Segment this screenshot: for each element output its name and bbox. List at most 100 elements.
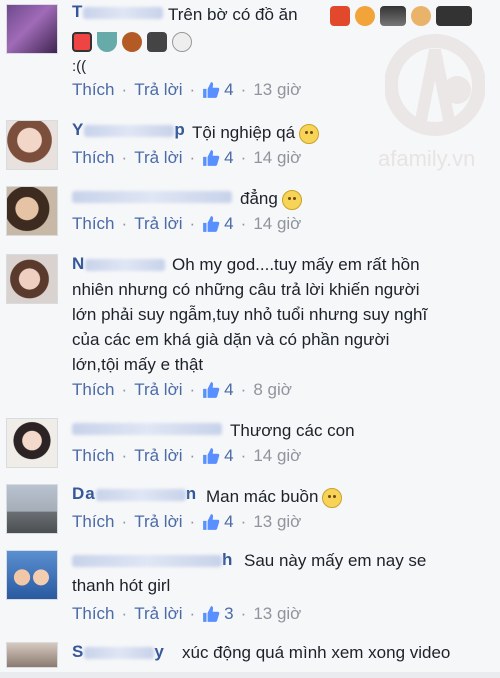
emoji-row-top: [330, 6, 472, 26]
emoji-row-bottom: [72, 32, 192, 52]
commenter-name[interactable]: Yp: [72, 120, 186, 140]
separator: ·: [240, 512, 247, 531]
shaved-ice-icon: [436, 6, 472, 26]
frown-face-icon: [281, 189, 302, 210]
timestamp[interactable]: 13 giờ: [253, 80, 301, 100]
comment-text-content: đẳng: [240, 189, 278, 208]
separator: ·: [121, 604, 128, 623]
comment-text: Thương các con: [230, 421, 355, 440]
comment-text-line: lớn phải suy ngẫm,tuy nhỏ tuổi nhưng suy…: [72, 305, 428, 324]
like-count[interactable]: 4: [224, 148, 233, 168]
avatar[interactable]: [6, 186, 58, 236]
avatar[interactable]: [6, 254, 58, 304]
comment-item: T Trên bờ có đồ ăn :(( Thích · Trả lời · 4…: [0, 0, 500, 110]
separator: ·: [240, 148, 247, 167]
thumbs-up-icon[interactable]: [202, 605, 220, 623]
thumbs-up-icon[interactable]: [202, 149, 220, 167]
commenter-name[interactable]: Sy: [72, 642, 165, 662]
cookie-icon: [122, 32, 142, 52]
reply-link[interactable]: Trả lời: [134, 214, 182, 234]
timestamp[interactable]: 8 giờ: [253, 380, 292, 400]
separator: ·: [121, 446, 128, 465]
thumbs-up-icon[interactable]: [202, 81, 220, 99]
separator: ·: [189, 380, 196, 399]
reply-link[interactable]: Trả lời: [134, 512, 182, 532]
like-link[interactable]: Thích: [72, 512, 115, 532]
reply-link[interactable]: Trả lời: [134, 80, 182, 100]
comment-actions: Thích · Trả lời · 4 · 14 giờ: [72, 446, 301, 466]
comment-actions: Thích · Trả lời · 4 · 13 giờ: [72, 80, 301, 100]
comment-item: Yp Tội nghiệp qá Thích · Trả lời · 4 · 14 g…: [0, 118, 500, 178]
like-count[interactable]: 3: [224, 604, 233, 624]
separator: ·: [240, 604, 247, 623]
commenter-name[interactable]: N: [72, 254, 166, 274]
reply-link[interactable]: Trả lời: [134, 380, 182, 400]
separator: ·: [121, 380, 128, 399]
comment-item: đẳng Thích · Trả lời · 4 · 14 giờ: [0, 184, 500, 244]
avatar[interactable]: [6, 484, 58, 534]
separator: ·: [240, 80, 247, 99]
comment-actions: Thích · Trả lời · 4 · 14 giờ: [72, 148, 301, 168]
like-link[interactable]: Thích: [72, 446, 115, 466]
separator: ·: [121, 80, 128, 99]
comment-text-extra: :((: [72, 58, 87, 75]
timestamp[interactable]: 14 giờ: [253, 214, 301, 234]
comment-item: N Oh my god....tuy mấy em rất hồn nhiên …: [0, 252, 500, 402]
avatar[interactable]: [6, 120, 58, 170]
separator: ·: [189, 148, 196, 167]
noodles-icon: [380, 6, 406, 26]
separator: ·: [121, 512, 128, 531]
comment-item: Sy xúc động quá mình xem xong video: [0, 642, 500, 672]
like-link[interactable]: Thích: [72, 380, 115, 400]
timestamp[interactable]: 13 giờ: [253, 512, 301, 532]
sushi-icon: [72, 32, 92, 52]
comment-actions: Thích · Trả lời · 4 · 13 giờ: [72, 512, 301, 532]
separator: ·: [189, 446, 196, 465]
like-count[interactable]: 4: [224, 380, 233, 400]
commenter-name[interactable]: h: [72, 550, 233, 570]
like-count[interactable]: 4: [224, 512, 233, 532]
avatar[interactable]: [6, 418, 58, 468]
bread-icon: [355, 6, 375, 26]
separator: ·: [189, 604, 196, 623]
timestamp[interactable]: 14 giờ: [253, 446, 301, 466]
timestamp[interactable]: 13 giờ: [253, 604, 301, 624]
fries-icon: [330, 6, 350, 26]
like-count[interactable]: 4: [224, 214, 233, 234]
comment-text: đẳng: [240, 186, 302, 212]
commenter-name[interactable]: T: [72, 2, 164, 22]
comment-text-line: của các em khá già dặn và có phần người: [72, 330, 390, 349]
reply-link[interactable]: Trả lời: [134, 446, 182, 466]
separator: ·: [240, 380, 247, 399]
sad-face-icon: [299, 123, 320, 144]
like-link[interactable]: Thích: [72, 604, 115, 624]
commenter-name[interactable]: [72, 418, 222, 438]
like-link[interactable]: Thích: [72, 80, 115, 100]
comment-item: Da n Man mác buồn Thích · Trả lời · 4 · 13 g…: [0, 482, 500, 542]
thumbs-up-icon[interactable]: [202, 513, 220, 531]
comment-text-line: Sau này mấy em nay se: [244, 551, 427, 570]
like-link[interactable]: Thích: [72, 214, 115, 234]
reply-link[interactable]: Trả lời: [134, 148, 182, 168]
comment-item: Thương các con Thích · Trả lời · 4 · 14 giờ: [0, 416, 500, 476]
avatar[interactable]: [6, 4, 58, 54]
like-count[interactable]: 4: [224, 446, 233, 466]
thumbs-up-icon[interactable]: [202, 215, 220, 233]
comment-text-line: lớn,tội mấy e thật: [72, 355, 204, 374]
commenter-name[interactable]: Da n: [72, 484, 197, 504]
timestamp[interactable]: 14 giờ: [253, 148, 301, 168]
thumbs-up-icon[interactable]: [202, 381, 220, 399]
like-count[interactable]: 4: [224, 80, 233, 100]
reply-link[interactable]: Trả lời: [134, 604, 182, 624]
comment-text-content: Man mác buồn: [206, 487, 319, 506]
comment-text: Man mác buồn: [206, 484, 343, 510]
commenter-name[interactable]: [72, 186, 232, 206]
rice-ball-icon: [172, 32, 192, 52]
next-comment-edge: [0, 672, 500, 678]
avatar[interactable]: [6, 550, 58, 600]
avatar[interactable]: [6, 642, 58, 668]
thumbs-up-icon[interactable]: [202, 447, 220, 465]
like-link[interactable]: Thích: [72, 148, 115, 168]
separator: ·: [121, 148, 128, 167]
comment-text-line: nhiên nhưng có những câu trả lời khiến n…: [72, 280, 420, 299]
